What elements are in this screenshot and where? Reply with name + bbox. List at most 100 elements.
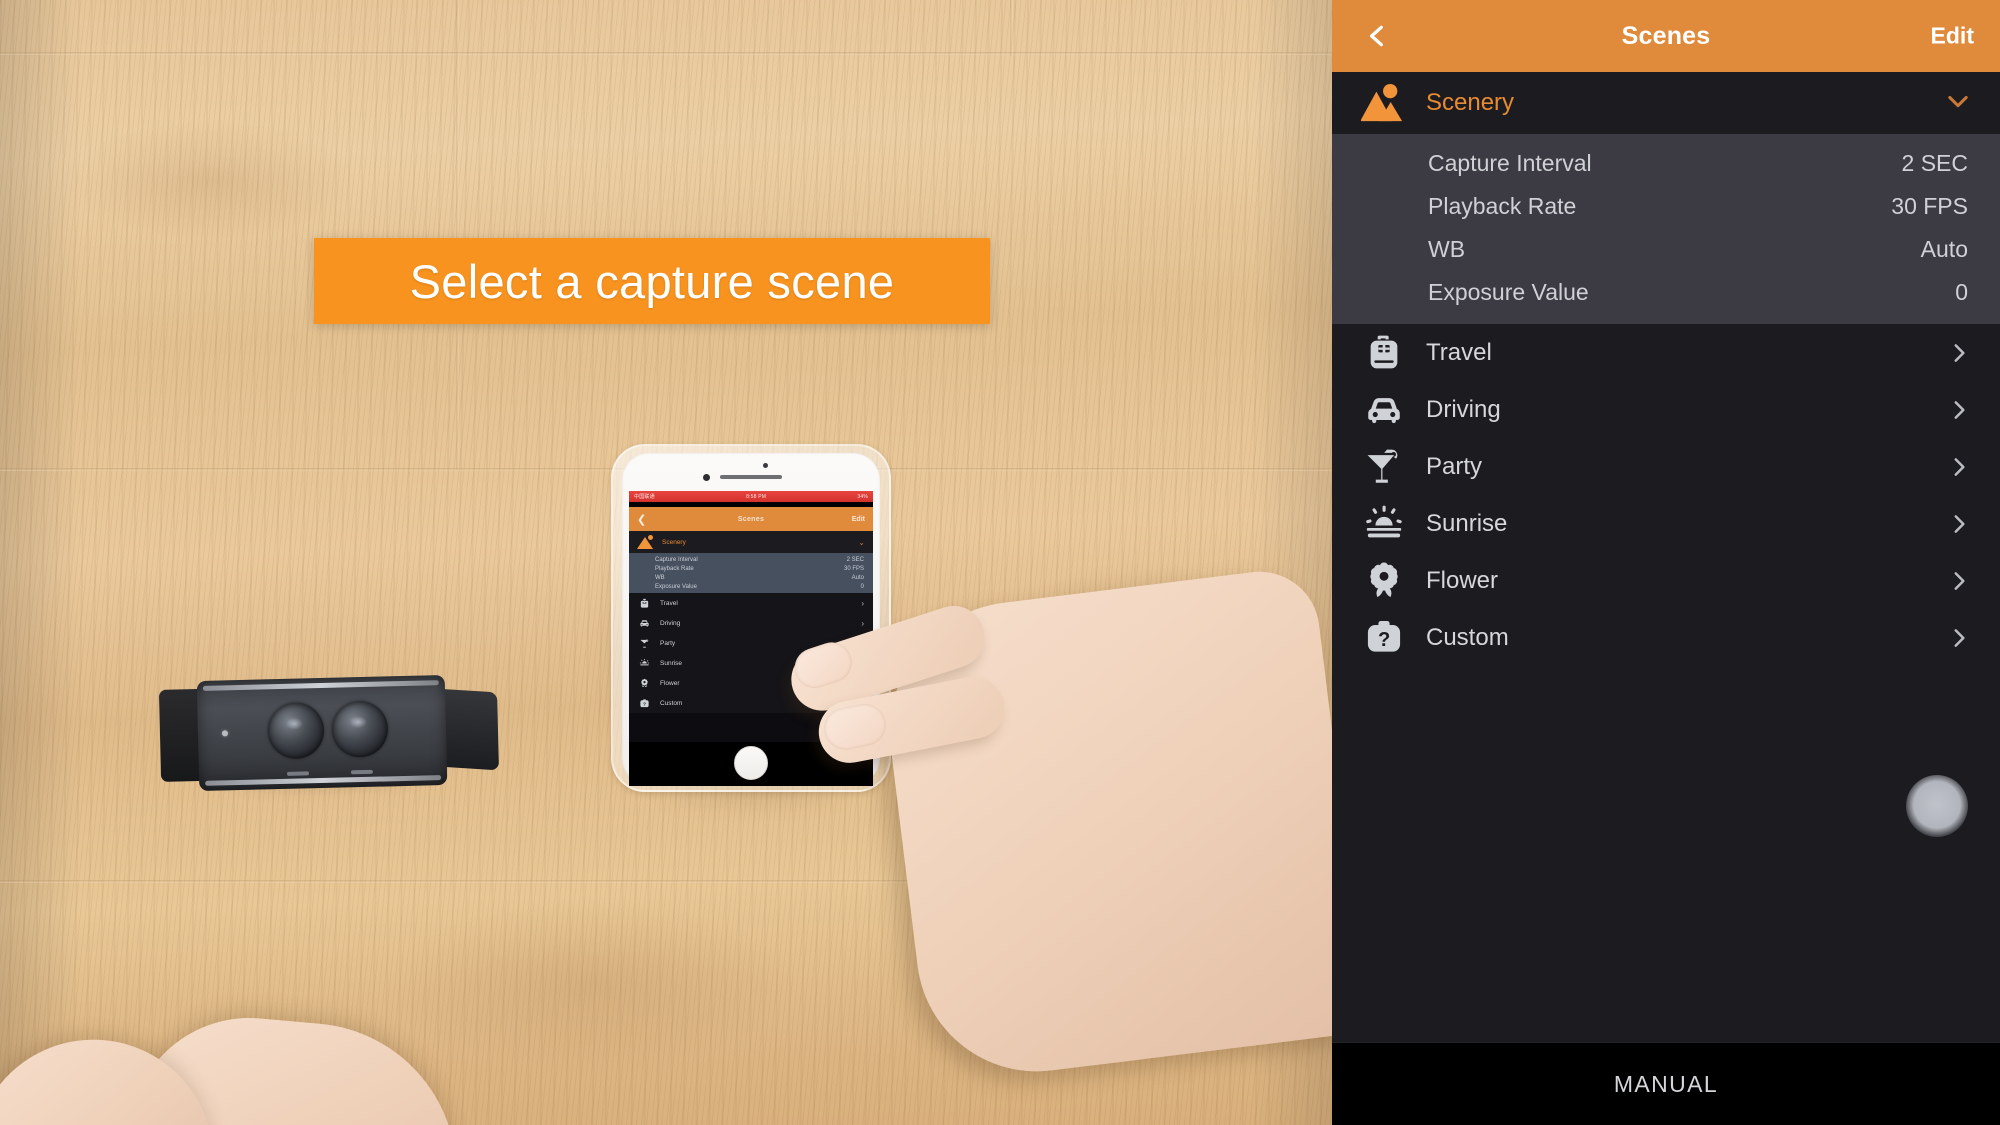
chevron-right-icon[interactable] — [1946, 568, 1972, 594]
phone-front-camera — [703, 474, 710, 481]
camera-lens — [267, 701, 325, 760]
scene-label: Custom — [1426, 623, 1509, 651]
phone-scenery-label: Scenery — [662, 538, 686, 546]
wood-grain — [60, 120, 360, 240]
phone-sunrise-icon — [637, 656, 651, 670]
phone-appbar-title: Scenes — [737, 515, 765, 523]
screenshot-root: Select a capture scene 中国联通 8:58 PM 34% … — [0, 0, 2000, 1125]
device-body — [196, 674, 448, 792]
phone-setting-key: Capture Interval — [655, 556, 698, 563]
sidebar-item-flower[interactable]: Flower — [1332, 552, 2000, 609]
wood-seam — [456, 0, 459, 470]
sidebar-item-driving[interactable]: Driving — [1332, 381, 2000, 438]
scene-label: Driving — [1426, 395, 1501, 423]
sidebar-item-custom[interactable]: ? Custom — [1332, 609, 2000, 666]
scene-label: Party — [1426, 452, 1483, 480]
setting-value: 2 SEC — [1901, 150, 1968, 176]
scene-label: Sunrise — [1426, 509, 1508, 537]
phone-setting-key: WB — [655, 574, 665, 581]
camera-lens — [331, 700, 389, 758]
page-title: Scenes — [1621, 21, 1711, 50]
svg-text:?: ? — [1378, 629, 1390, 651]
app-bar: Scenes Edit — [1332, 0, 2000, 72]
device-marking — [286, 771, 310, 776]
phone-edit-button: Edit — [851, 515, 865, 523]
back-button[interactable] — [1364, 23, 1390, 49]
edit-button[interactable]: Edit — [1931, 23, 1974, 50]
app-panel: Scenes Edit Scenery Capture Interval 2 S… — [1332, 0, 2000, 1125]
setting-row-exposure-value[interactable]: Exposure Value 0 — [1332, 271, 2000, 314]
device-rail — [205, 775, 442, 786]
phone-flower-icon — [637, 676, 651, 690]
caption-banner: Select a capture scene — [314, 238, 990, 324]
phone-scenery-row: Scenery ⌄ — [629, 531, 873, 553]
sidebar-item-sunrise[interactable]: Sunrise — [1332, 495, 2000, 552]
phone-battery: 34% — [857, 493, 868, 500]
device-led — [221, 730, 229, 737]
chevron-right-icon[interactable] — [1946, 397, 1972, 423]
backpack-icon — [1352, 333, 1416, 373]
phone-earpiece — [720, 475, 782, 479]
sidebar-item-party[interactable]: Party — [1332, 438, 2000, 495]
caption-text: Select a capture scene — [409, 254, 895, 308]
panel-footer: MANUAL — [1332, 1042, 2000, 1125]
svg-text:?: ? — [643, 701, 646, 706]
phone-scene-label: Sunrise — [660, 659, 683, 667]
phone-backpack-icon — [637, 596, 651, 610]
device-marking — [350, 769, 374, 775]
phone-scene-label: Custom — [660, 699, 683, 707]
setting-row-wb[interactable]: WB Auto — [1332, 228, 2000, 271]
phone-car-icon — [637, 616, 651, 630]
question-badge-icon: ? — [1352, 617, 1416, 659]
phone-setting-value: 2 SEC — [846, 556, 864, 563]
sidebar-item-travel[interactable]: Travel — [1332, 324, 2000, 381]
phone-scene-item: Driving › — [629, 613, 873, 633]
chevron-right-icon[interactable] — [1946, 625, 1972, 651]
sidebar-item-scenery[interactable]: Scenery — [1332, 72, 2000, 134]
setting-label: Playback Rate — [1428, 193, 1577, 219]
wood-grain — [380, 900, 800, 1070]
setting-row-capture-interval[interactable]: Capture Interval 2 SEC — [1332, 142, 2000, 185]
phone-setting-row: WB Auto — [629, 573, 873, 582]
mountain-sun-icon — [1352, 83, 1416, 123]
phone-mountain-sun-icon — [637, 535, 653, 549]
scene-label: Travel — [1426, 338, 1492, 366]
phone-scene-label: Driving — [660, 619, 681, 627]
scenery-settings-group: Capture Interval 2 SEC Playback Rate 30 … — [1332, 134, 2000, 324]
chevron-right-icon[interactable] — [1946, 454, 1972, 480]
phone-chevron-right-icon: › — [861, 598, 864, 608]
phone-status-bar: 中国联通 8:58 PM 34% — [629, 491, 873, 502]
setting-row-playback-rate[interactable]: Playback Rate 30 FPS — [1332, 185, 2000, 228]
phone-clock: 8:58 PM — [746, 493, 767, 500]
phone-setting-key: Playback Rate — [655, 565, 694, 572]
phone-chevron-right-icon: › — [861, 618, 864, 628]
phone-setting-value: Auto — [851, 574, 864, 581]
chevron-right-icon[interactable] — [1946, 511, 1972, 537]
setting-label: WB — [1428, 236, 1466, 262]
phone-setting-value: 30 FPS — [843, 565, 864, 572]
phone-carrier: 中国联通 — [634, 494, 655, 500]
phone-appbar: ❮ Scenes Edit — [629, 507, 873, 531]
phone-scene-label: Travel — [660, 599, 678, 607]
chevron-down-icon[interactable] — [1944, 87, 1972, 120]
setting-label: Capture Interval — [1428, 150, 1592, 176]
touch-point-icon — [1906, 775, 1968, 837]
phone-scene-label: Party — [660, 639, 676, 647]
phone-scene-label: Flower — [660, 679, 680, 687]
scenery-label: Scenery — [1426, 89, 1515, 116]
setting-value: Auto — [1920, 236, 1968, 262]
chevron-right-icon[interactable] — [1946, 340, 1972, 366]
phone-settings-group: Capture Interval 2 SEC Playback Rate 30 … — [629, 553, 873, 593]
device-rail — [202, 680, 439, 691]
car-icon — [1352, 389, 1416, 431]
action-camera-device — [158, 674, 499, 796]
phone-setting-row: Playback Rate 30 FPS — [629, 564, 873, 573]
phone-scene-item: Travel › — [629, 593, 873, 613]
phone-setting-key: Exposure Value — [655, 583, 697, 590]
phone-sensor — [763, 463, 768, 468]
phone-home-button — [734, 746, 768, 780]
phone-back-icon: ❮ — [637, 513, 647, 526]
sunrise-icon — [1352, 502, 1416, 546]
setting-label: Exposure Value — [1428, 279, 1589, 305]
phone-setting-row: Capture Interval 2 SEC — [629, 555, 873, 564]
